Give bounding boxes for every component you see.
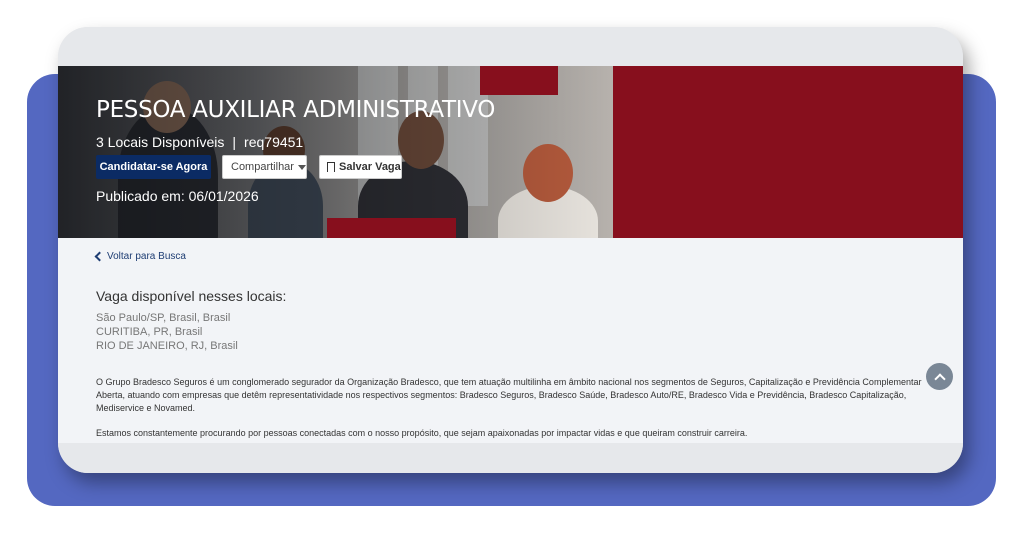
- location-item: RIO DE JANEIRO, RJ, Brasil: [96, 340, 238, 352]
- bookmark-icon: [327, 162, 335, 175]
- browser-card: PESSOA AUXILIAR ADMINISTRATIVO 3 Locais …: [58, 27, 963, 473]
- job-hero-banner: PESSOA AUXILIAR ADMINISTRATIVO 3 Locais …: [58, 66, 963, 238]
- location-item: CURITIBA, PR, Brasil: [96, 326, 203, 338]
- chevron-left-icon: [94, 251, 105, 262]
- back-to-search-link[interactable]: Voltar para Busca: [94, 251, 186, 262]
- card-bottom-bar: [58, 443, 963, 473]
- description-paragraph: Estamos constantemente procurando por pe…: [96, 428, 748, 438]
- save-label: Salvar Vaga: [339, 161, 401, 173]
- job-meta: 3 Locais Disponíveis | req79451: [96, 134, 303, 150]
- requisition-id: req79451: [244, 134, 304, 150]
- chevron-up-icon: [933, 372, 946, 385]
- meta-separator: |: [232, 134, 237, 150]
- location-item: São Paulo/SP, Brasil, Brasil: [96, 312, 231, 324]
- posted-date: Publicado em: 06/01/2026: [96, 188, 259, 204]
- caret-down-icon: [297, 164, 306, 170]
- job-content: Voltar para Busca Vaga disponível nesses…: [58, 238, 963, 443]
- save-job-button[interactable]: Salvar Vaga: [319, 155, 402, 179]
- share-label: Compartilhar: [231, 161, 294, 173]
- brand-red-block: [327, 218, 456, 238]
- card-top-bar: [58, 27, 963, 66]
- apply-now-button[interactable]: Candidatar-se Agora: [96, 155, 211, 179]
- brand-red-block: [480, 66, 558, 95]
- job-title: PESSOA AUXILIAR ADMINISTRATIVO: [96, 97, 496, 123]
- share-dropdown-button[interactable]: Compartilhar: [222, 155, 307, 179]
- back-link-label: Voltar para Busca: [107, 251, 186, 262]
- brand-red-panel: [613, 66, 963, 238]
- scroll-to-top-button[interactable]: [926, 363, 953, 390]
- locations-count: 3 Locais Disponíveis: [96, 134, 225, 150]
- locations-heading: Vaga disponível nesses locais:: [96, 288, 287, 304]
- description-paragraph: O Grupo Bradesco Seguros é um conglomera…: [96, 377, 922, 413]
